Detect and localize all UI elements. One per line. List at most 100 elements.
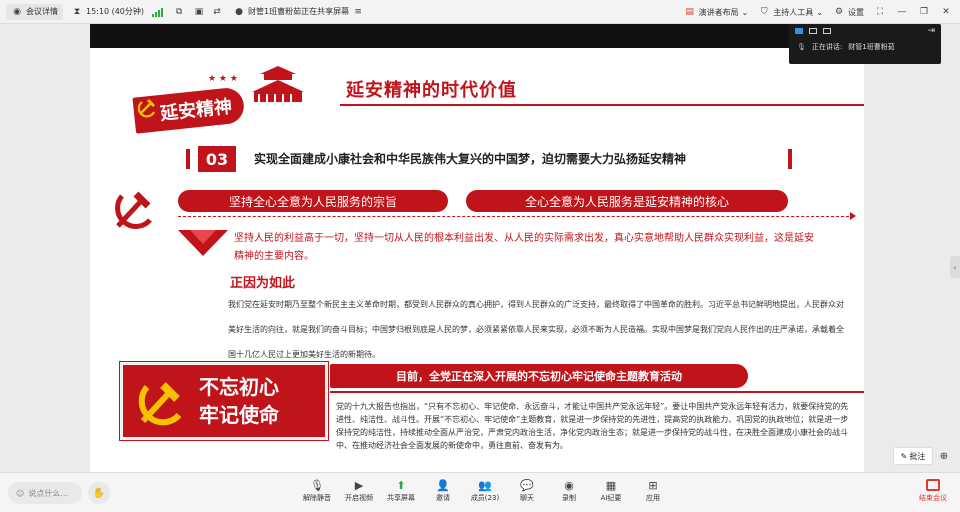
pen-icon: ✎ [900, 451, 908, 461]
record-icon: ◉ [564, 478, 574, 492]
small-paragraph: 党的十九大报告也指出，“只有不忘初心、牢记使命、永远奋斗，才能让中国共产党永远年… [336, 402, 849, 450]
fullscreen-icon: ⛶ [876, 7, 884, 17]
tool-label: 录制 [562, 494, 576, 502]
body-paragraph: 我们党在延安时期乃至整个新民主主义革命时期，都受到人民群众的真心拥护，得到人民群… [228, 300, 844, 359]
layout-icon: ▤ [685, 7, 694, 17]
settings-label: 设置 [848, 7, 864, 17]
fullscreen-button[interactable]: ⛶ [874, 0, 886, 24]
apps-icon: ⊞ [648, 478, 658, 492]
tool-video[interactable]: ▶ 开启视频 [338, 477, 380, 503]
collapse-icon[interactable]: ⇥ [927, 26, 935, 36]
title-divider [340, 104, 864, 106]
dashed-divider [178, 216, 854, 217]
speaking-label: 正在讲话: [811, 43, 843, 51]
arrow-right-icon [850, 212, 856, 220]
big-block-line2: 牢记使命 [199, 403, 279, 427]
slide-title: 延安精神的时代价值 [346, 80, 517, 101]
hammer-sickle-icon [137, 98, 156, 118]
members-icon: 👥 [478, 478, 492, 492]
emoji-icon: ☺ [16, 488, 25, 498]
list-icon[interactable] [823, 28, 831, 34]
tool-label: 开启视频 [345, 494, 373, 502]
presenter-overlay[interactable]: ⇥ 🎙 正在讲话: 财管1班曹粉茹 [789, 24, 941, 64]
raise-hand-button[interactable]: ✋ [88, 482, 110, 504]
tool-label: 解除静音 [303, 494, 331, 502]
close-button[interactable]: ✕ [940, 0, 952, 24]
presenter-toolbar: ⇥ [789, 24, 941, 38]
ai-notes-icon: ▦ [605, 478, 617, 492]
network-signal[interactable] [152, 0, 164, 24]
hand-icon: ✋ [92, 487, 106, 499]
settings-button[interactable]: ⚙ 设置 [833, 0, 864, 24]
theme-divider [330, 391, 864, 393]
tool-unmute[interactable]: 🎙 解除静音 [296, 477, 338, 503]
end-meeting-button[interactable]: 结束会议 [918, 479, 948, 503]
chat-input[interactable]: ☺ 说点什么... [8, 482, 82, 504]
pin-button[interactable]: ▣ [193, 0, 205, 24]
zoom-in-icon: ⊕ [939, 450, 949, 462]
big-red-block: 不忘初心 牢记使命 [119, 361, 329, 441]
avatar: ● [235, 6, 243, 17]
eye-icon: ◉ [13, 6, 21, 17]
tool-label: AI纪要 [600, 494, 622, 502]
zoom-button[interactable]: ⊕ [936, 447, 952, 465]
popout-button[interactable]: ⧉ [173, 0, 185, 24]
bottom-toolbar: ☺ 说点什么... ✋ 🎙 解除静音 ▶ 开启视频 ⬆ 共享屏幕 👤 邀请 👥 成员(23… [0, 472, 960, 512]
tool-label: 成员(23) [470, 494, 500, 502]
hammer-sickle-icon [115, 191, 152, 229]
layout-icon[interactable] [795, 28, 803, 34]
translate-button[interactable]: ⇄ [211, 0, 223, 24]
mic-icon: 🎙 [797, 43, 806, 51]
annotate-button[interactable]: ✎ 批注 [893, 447, 933, 465]
close-icon: ✕ [942, 7, 950, 17]
big-block-line1: 不忘初心 [199, 375, 279, 399]
tool-ai-notes[interactable]: ▦ AI纪要 [590, 477, 632, 503]
sharing-status-text: 财管1班曹粉茹正在共享屏幕 [248, 7, 350, 16]
pill-left: 坚持全心全意为人民服务的宗旨 [178, 190, 448, 212]
stars-decoration: ★ ★ ★ [208, 74, 238, 84]
tool-invite[interactable]: 👤 邀请 [422, 477, 464, 503]
section-title: 实现全面建成小康社会和中华民族伟大复兴的中国梦，迫切需要大力弘扬延安精神 [254, 152, 687, 166]
section-number: 03 [198, 146, 236, 172]
chevron-down-icon: ⌄ [741, 7, 749, 17]
sharing-status[interactable]: ● 财管1班曹粉茹正在共享屏幕 ≡ [233, 0, 364, 24]
meeting-timer: ⧗ 15:10 (40分钟) [71, 0, 144, 24]
tool-share-screen[interactable]: ⬆ 共享屏幕 [380, 477, 422, 503]
tool-label: 聊天 [520, 494, 534, 502]
tool-label: 共享屏幕 [387, 494, 415, 502]
section-bar-right [788, 149, 792, 169]
presentation-slide: ★ ★ ★ 延安精神 延安精神的时代价值 03 实现全面建成小康社会和中华民族伟… [90, 48, 864, 472]
tool-members[interactable]: 👥 成员(23) [464, 477, 506, 503]
host-tools-button[interactable]: ⛉ 主持人工具 ⌄ [758, 0, 823, 24]
signal-icon [152, 7, 164, 17]
mic-muted-icon: 🎙 [310, 478, 324, 492]
red-paragraph: 坚持人民的利益高于一切，坚持一切从人民的根本利益出发、从人民的实际需求出发，真心… [234, 233, 814, 262]
top-right-tools: ▤ 演讲者布局 ⌄ ⛉ 主持人工具 ⌄ ⚙ 设置 ⛶ — ❐ ✕ [684, 0, 960, 24]
speaker-layout-button[interactable]: ▤ 演讲者布局 ⌄ [684, 0, 749, 24]
palace-illustration [252, 66, 304, 102]
tool-label: 邀请 [436, 494, 450, 502]
minimize-button[interactable]: — [896, 0, 908, 24]
camera-off-icon: ▶ [354, 478, 364, 492]
end-meeting-label: 结束会议 [919, 494, 947, 502]
section-header: 03 实现全面建成小康社会和中华民族伟大复兴的中国梦，迫切需要大力弘扬延安精神 [186, 146, 792, 172]
window-icon[interactable] [809, 28, 817, 34]
meeting-tools: 🎙 解除静音 ▶ 开启视频 ⬆ 共享屏幕 👤 邀请 👥 成员(23) 💬 聊天 ◉ 录制 ▦ A… [296, 477, 674, 503]
menu-lines-icon: ≡ [354, 6, 362, 17]
share-screen-icon: ⬆ [396, 478, 406, 492]
sub-heading: 正因为如此 [230, 276, 296, 291]
section-bar-left [186, 149, 190, 169]
tool-record[interactable]: ◉ 录制 [548, 477, 590, 503]
hourglass-icon: ⧗ [73, 6, 81, 17]
restore-button[interactable]: ❐ [918, 0, 930, 24]
shield-icon: ⛉ [760, 7, 768, 17]
pin-icon: ▣ [194, 6, 204, 17]
tool-chat[interactable]: 💬 聊天 [506, 477, 548, 503]
side-panel-toggle[interactable]: ‹ [950, 256, 960, 278]
chat-placeholder: 说点什么... [28, 488, 68, 498]
host-tools-label: 主持人工具 [773, 7, 814, 17]
minimize-icon: — [897, 7, 907, 17]
meeting-details-button[interactable]: ◉ 会议详情 [6, 3, 63, 20]
chat-icon: 💬 [520, 478, 534, 492]
tool-apps[interactable]: ⊞ 应用 [632, 477, 674, 503]
